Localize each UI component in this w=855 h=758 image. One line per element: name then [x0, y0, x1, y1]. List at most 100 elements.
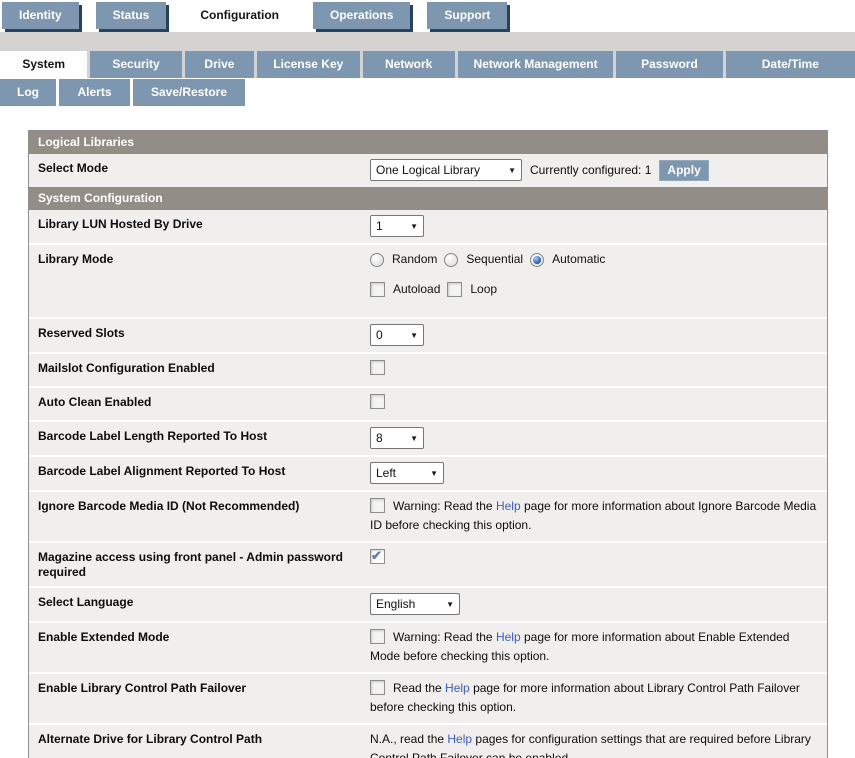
mailslot-label: Mailslot Configuration Enabled: [29, 354, 362, 386]
row-barcode-alignment: Barcode Label Alignment Reported To Host…: [29, 455, 827, 490]
section-header-system-configuration: System Configuration: [29, 187, 827, 210]
alternate-drive-label: Alternate Drive for Library Control Path: [29, 725, 362, 758]
ignore-barcode-checkbox[interactable]: [370, 498, 385, 513]
barcode-length-dropdown[interactable]: 8 ▼: [370, 427, 424, 449]
checkbox-icon[interactable]: [370, 282, 385, 297]
subtab-log[interactable]: Log: [0, 79, 56, 106]
control-path-failover-label: Enable Library Control Path Failover: [29, 674, 362, 723]
section-header-logical-libraries: Logical Libraries: [29, 131, 827, 154]
magazine-access-checkbox[interactable]: [370, 549, 385, 564]
warning-text: Warning: Read the: [393, 630, 496, 644]
barcode-alignment-label: Barcode Label Alignment Reported To Host: [29, 457, 362, 490]
radio-option-automatic[interactable]: Automatic: [530, 250, 605, 269]
subtab-save-restore[interactable]: Save/Restore: [133, 79, 245, 106]
currently-configured-text: Currently configured: 1: [530, 161, 651, 180]
subtab-system[interactable]: System: [0, 51, 87, 78]
warning-text: Warning: Read the: [393, 499, 496, 513]
select-mode-dropdown-value: One Logical Library: [376, 161, 480, 180]
dropdown-arrow-icon: ▼: [430, 464, 438, 483]
row-barcode-length: Barcode Label Length Reported To Host 8 …: [29, 420, 827, 455]
dropdown-arrow-icon: ▼: [410, 429, 418, 448]
dropdown-arrow-icon: ▼: [410, 217, 418, 236]
help-link[interactable]: Help: [496, 630, 521, 644]
tape-library-web-ui: Identity Status Configuration Operations…: [0, 0, 855, 758]
tab-configuration[interactable]: Configuration: [183, 2, 296, 29]
configuration-table: Logical Libraries Select Mode One Logica…: [28, 130, 828, 758]
select-language-label: Select Language: [29, 588, 362, 621]
dropdown-arrow-icon: ▼: [446, 595, 454, 614]
library-lun-dropdown-value: 1: [376, 217, 383, 236]
subtab-alerts[interactable]: Alerts: [59, 79, 130, 106]
barcode-alignment-dropdown[interactable]: Left ▼: [370, 462, 444, 484]
row-reserved-slots: Reserved Slots 0 ▼: [29, 317, 827, 352]
help-link[interactable]: Help: [496, 499, 521, 513]
subtab-network[interactable]: Network: [363, 51, 455, 78]
row-select-language: Select Language English ▼: [29, 586, 827, 621]
subtab-security[interactable]: Security: [90, 51, 181, 78]
checkbox-icon[interactable]: [447, 282, 462, 297]
radio-option-random[interactable]: Random: [370, 250, 437, 269]
row-auto-clean-enabled: Auto Clean Enabled: [29, 386, 827, 420]
reserved-slots-label: Reserved Slots: [29, 319, 362, 352]
dropdown-arrow-icon: ▼: [508, 161, 516, 180]
barcode-length-dropdown-value: 8: [376, 429, 383, 448]
library-lun-label: Library LUN Hosted By Drive: [29, 210, 362, 243]
dropdown-arrow-icon: ▼: [410, 326, 418, 345]
checkbox-label: Autoload: [393, 280, 440, 299]
config-subtab-bar: System Security Drive License Key Networ…: [0, 51, 855, 78]
reserved-slots-dropdown[interactable]: 0 ▼: [370, 324, 424, 346]
main-content: Logical Libraries Select Mode One Logica…: [0, 106, 855, 758]
radio-label: Sequential: [466, 250, 523, 269]
apply-button[interactable]: Apply: [659, 160, 708, 181]
library-lun-dropdown[interactable]: 1 ▼: [370, 215, 424, 237]
control-path-failover-checkbox[interactable]: [370, 680, 385, 695]
select-mode-dropdown[interactable]: One Logical Library ▼: [370, 159, 522, 181]
radio-option-sequential[interactable]: Sequential: [444, 250, 523, 269]
reserved-slots-dropdown-value: 0: [376, 326, 383, 345]
row-ignore-barcode-media-id: Ignore Barcode Media ID (Not Recommended…: [29, 490, 827, 541]
radio-icon[interactable]: [444, 253, 458, 267]
config-subtab-bar-2: Log Alerts Save/Restore: [0, 79, 855, 106]
subtab-license-key[interactable]: License Key: [257, 51, 359, 78]
select-language-dropdown[interactable]: English ▼: [370, 593, 460, 615]
mailslot-checkbox[interactable]: [370, 360, 385, 375]
checkbox-option-autoload[interactable]: Autoload: [370, 280, 440, 299]
auto-clean-label: Auto Clean Enabled: [29, 388, 362, 420]
row-magazine-access: Magazine access using front panel - Admi…: [29, 541, 827, 586]
tab-support[interactable]: Support: [427, 2, 507, 29]
subtab-strip: System Security Drive License Key Networ…: [0, 32, 855, 78]
radio-icon[interactable]: [530, 253, 544, 267]
extended-mode-label: Enable Extended Mode: [29, 623, 362, 672]
subtab-drive[interactable]: Drive: [185, 51, 254, 78]
select-language-dropdown-value: English: [376, 595, 415, 614]
help-link[interactable]: Help: [445, 681, 470, 695]
tab-identity[interactable]: Identity: [2, 2, 79, 29]
barcode-alignment-dropdown-value: Left: [376, 464, 396, 483]
row-library-lun: Library LUN Hosted By Drive 1 ▼: [29, 210, 827, 243]
radio-label: Automatic: [552, 250, 605, 269]
radio-icon[interactable]: [370, 253, 384, 267]
subtab-password[interactable]: Password: [616, 51, 722, 78]
help-link[interactable]: Help: [447, 732, 472, 746]
checkbox-option-loop[interactable]: Loop: [447, 280, 497, 299]
barcode-length-label: Barcode Label Length Reported To Host: [29, 422, 362, 455]
info-text: N.A., read the: [370, 732, 447, 746]
tab-operations[interactable]: Operations: [313, 2, 410, 29]
primary-tab-bar: Identity Status Configuration Operations…: [0, 0, 855, 32]
auto-clean-checkbox[interactable]: [370, 394, 385, 409]
extended-mode-checkbox[interactable]: [370, 629, 385, 644]
radio-label: Random: [392, 250, 437, 269]
row-mailslot-enabled: Mailslot Configuration Enabled: [29, 352, 827, 386]
subtab-date-time[interactable]: Date/Time: [726, 51, 855, 78]
row-select-mode: Select Mode One Logical Library ▼ Curren…: [29, 154, 827, 187]
subtab-network-management[interactable]: Network Management: [458, 51, 613, 78]
row-control-path-failover: Enable Library Control Path Failover Rea…: [29, 672, 827, 723]
row-alternate-drive: Alternate Drive for Library Control Path…: [29, 723, 827, 758]
row-enable-extended-mode: Enable Extended Mode Warning: Read the H…: [29, 621, 827, 672]
info-text: Read the: [393, 681, 445, 695]
row-library-mode: Library Mode Random Sequential: [29, 243, 827, 317]
tab-status[interactable]: Status: [96, 2, 167, 29]
library-mode-label: Library Mode: [29, 245, 362, 317]
ignore-barcode-label: Ignore Barcode Media ID (Not Recommended…: [29, 492, 362, 541]
magazine-access-label: Magazine access using front panel - Admi…: [29, 543, 362, 586]
